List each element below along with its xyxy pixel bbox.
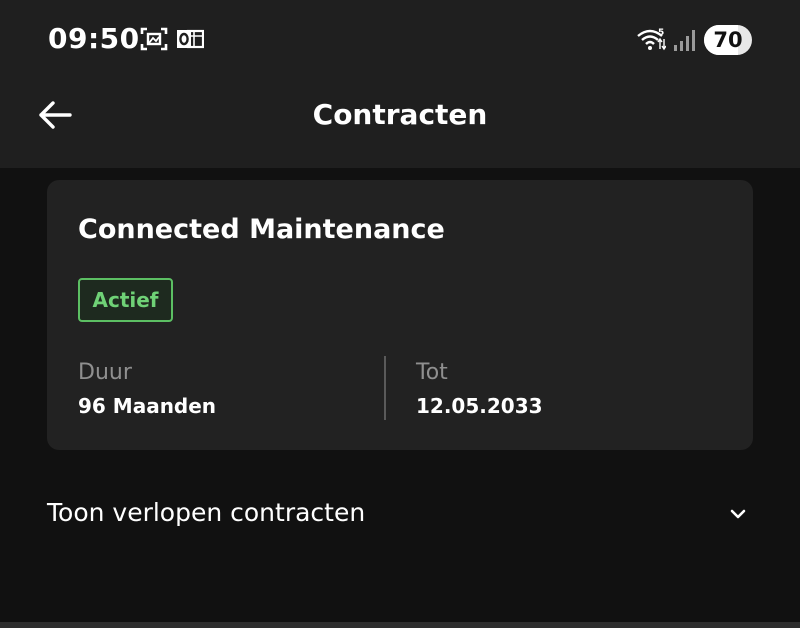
contract-card[interactable]: Connected Maintenance Actief Duur 96 Maa… xyxy=(47,180,753,450)
status-bar: 09:50 5 70 xyxy=(0,0,800,80)
bottom-edge xyxy=(0,622,800,628)
end-date-label: Tot xyxy=(416,360,448,385)
signal-icon xyxy=(672,28,696,56)
status-time: 09:50 xyxy=(48,22,140,55)
chevron-down-icon[interactable] xyxy=(724,500,752,528)
duration-block: Duur 96 Maanden xyxy=(78,358,216,418)
show-expired-contracts-toggle[interactable]: Toon verlopen contracten xyxy=(0,488,800,544)
wifi-icon: 5 xyxy=(636,27,667,57)
battery-level: 70 xyxy=(713,28,743,52)
status-badge: Actief xyxy=(78,278,173,322)
end-date-value: 12.05.2033 xyxy=(416,394,543,418)
contract-title: Connected Maintenance xyxy=(78,214,445,245)
info-divider xyxy=(384,356,386,420)
end-date-block: Tot 12.05.2033 xyxy=(416,358,543,418)
top-area: 09:50 5 70 Contracten xyxy=(0,0,800,168)
app-header: Contracten xyxy=(0,80,800,168)
show-expired-contracts-label: Toon verlopen contracten xyxy=(47,498,366,527)
page-title: Contracten xyxy=(312,98,488,131)
app-screen: 09:50 5 70 Contracten Connected Maintena… xyxy=(0,0,800,628)
screenshot-icon xyxy=(140,26,168,56)
duration-label: Duur xyxy=(78,360,132,385)
duration-value: 96 Maanden xyxy=(78,394,217,418)
svg-text:5: 5 xyxy=(658,28,664,38)
outlook-icon xyxy=(176,26,205,56)
battery-indicator: 70 xyxy=(704,25,752,55)
